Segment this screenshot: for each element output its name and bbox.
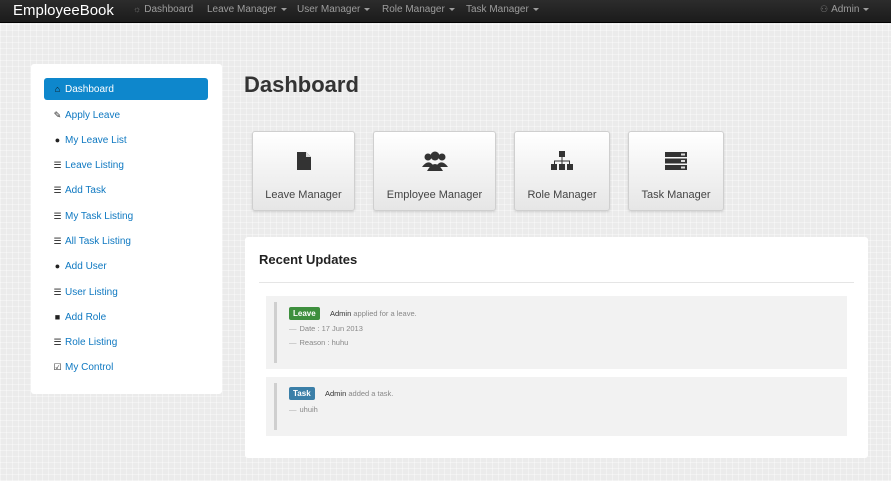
- update-bar: [274, 302, 277, 363]
- update-detail-text: Date : 17 Jun 2013: [299, 324, 363, 333]
- tile-label: Leave Manager: [265, 189, 342, 201]
- sidebar-item-add-task[interactable]: ☰ Add Task: [44, 179, 208, 201]
- page-title: Dashboard: [244, 72, 359, 97]
- tile-employee-manager[interactable]: Employee Manager: [373, 131, 496, 211]
- sidebar-item-leave-listing[interactable]: ☰ Leave Listing: [44, 154, 208, 176]
- sidebar-item-label: My Control: [65, 362, 114, 373]
- nav-task-manager-label: Task Manager: [466, 4, 529, 15]
- update-bar: [274, 383, 277, 430]
- brand-logo[interactable]: EmployeeBook: [13, 1, 114, 21]
- list-icon: ☰: [53, 211, 62, 221]
- nav-user-manager-label: User Manager: [297, 4, 361, 15]
- nav-dashboard[interactable]: ☼ Dashboard: [133, 0, 193, 22]
- tile-task-manager[interactable]: Task Manager: [628, 131, 724, 211]
- tile-role-manager[interactable]: Role Manager: [514, 131, 610, 211]
- list-icon: ☰: [53, 236, 62, 246]
- update-detail: — Reason : huhu: [289, 338, 348, 347]
- top-navbar: EmployeeBook ☼ Dashboard Leave Manager Us…: [0, 0, 891, 23]
- update-action: applied for a leave.: [353, 309, 417, 318]
- sidebar-item-apply-leave[interactable]: ✎ Apply Leave: [44, 104, 208, 126]
- tile-leave-manager[interactable]: Leave Manager: [252, 131, 355, 211]
- update-user[interactable]: Admin: [330, 309, 351, 318]
- dash-glyph: —: [289, 405, 297, 414]
- lock-icon: ■: [54, 312, 61, 322]
- sidebar-item-label: My Leave List: [65, 135, 127, 146]
- tile-label: Role Manager: [527, 189, 597, 201]
- sidebar-item-user-listing[interactable]: ☰ User Listing: [44, 281, 208, 303]
- recent-updates-panel: Recent Updates Leave Admin applied for a…: [245, 237, 868, 458]
- sidebar-item-label: Leave Listing: [65, 160, 124, 171]
- update-detail: — Date : 17 Jun 2013: [289, 324, 363, 333]
- update-item: Leave Admin applied for a leave. — Date :…: [266, 296, 847, 369]
- update-summary: Admin applied for a leave.: [330, 309, 417, 318]
- sidebar-item-label: Add User: [65, 261, 107, 272]
- caret-down-icon: [532, 7, 539, 11]
- nav-role-manager-label: Role Manager: [382, 4, 445, 15]
- caret-down-icon: [280, 7, 287, 11]
- sitemap-icon: [515, 150, 609, 172]
- list-icon: ☰: [53, 160, 62, 170]
- dash-glyph: —: [289, 338, 297, 347]
- sidebar-item-label: User Listing: [65, 287, 118, 298]
- sidebar-item-label: Add Task: [65, 185, 106, 196]
- pencil-icon: ✎: [53, 110, 62, 120]
- update-detail-text: Reason : huhu: [299, 338, 349, 347]
- list-icon: ☰: [53, 287, 62, 297]
- dash-glyph: —: [289, 324, 297, 333]
- sidebar-item-add-role[interactable]: ■ Add Role: [44, 306, 208, 328]
- nav-task-manager[interactable]: Task Manager: [466, 0, 539, 22]
- nav-user-manager[interactable]: User Manager: [297, 0, 371, 22]
- sidebar-item-dashboard[interactable]: ⌂ Dashboard: [44, 78, 208, 100]
- task-badge: Task: [289, 387, 315, 400]
- caret-down-icon: [364, 7, 371, 11]
- sidebar-item-all-task-listing[interactable]: ☰ All Task Listing: [44, 230, 208, 252]
- sidebar-item-label: My Task Listing: [65, 211, 134, 222]
- caret-down-icon: [863, 7, 870, 11]
- sidebar-item-my-control[interactable]: ☑ My Control: [44, 356, 208, 378]
- update-action: added a task.: [348, 389, 394, 398]
- sidebar-item-my-task-listing[interactable]: ☰ My Task Listing: [44, 205, 208, 227]
- list-icon: ☰: [53, 185, 62, 195]
- sidebar-item-add-user[interactable]: ● Add User: [44, 255, 208, 277]
- nav-leave-manager[interactable]: Leave Manager: [207, 0, 287, 22]
- tile-label: Employee Manager: [386, 189, 483, 201]
- panel-title: Recent Updates: [259, 252, 358, 267]
- update-detail: — uhuih: [289, 405, 318, 414]
- nav-user-menu[interactable]: ⚇ Admin: [820, 0, 870, 22]
- update-summary: Admin added a task.: [325, 389, 393, 398]
- user-icon: ⚇: [820, 4, 829, 14]
- nav-leave-manager-label: Leave Manager: [207, 4, 277, 15]
- sidebar-item-label: Role Listing: [65, 337, 118, 348]
- nav-role-manager[interactable]: Role Manager: [382, 0, 455, 22]
- user-icon: ●: [54, 135, 61, 145]
- sidebar-item-label: All Task Listing: [65, 236, 131, 247]
- server-icon: [629, 150, 723, 172]
- sidebar-item-label: Add Role: [65, 312, 107, 323]
- sidebar-item-my-leave-list[interactable]: ● My Leave List: [44, 129, 208, 151]
- file-icon: [253, 150, 354, 172]
- sidebar-item-role-listing[interactable]: ☰ Role Listing: [44, 331, 208, 353]
- update-detail-text: uhuih: [299, 405, 318, 414]
- nav-user-label: Admin: [831, 4, 860, 15]
- list-icon: ☰: [53, 337, 62, 347]
- group-icon: [374, 150, 495, 172]
- sidebar-item-label: Apply Leave: [65, 110, 121, 121]
- edit-icon: ☑: [53, 362, 62, 372]
- sidebar: ⌂ Dashboard ✎ Apply Leave ● My Leave List ☰…: [31, 64, 222, 394]
- caret-down-icon: [448, 7, 455, 11]
- update-item: Task Admin added a task. — uhuih: [266, 377, 847, 436]
- home-icon: ⌂: [54, 84, 61, 94]
- update-user[interactable]: Admin: [325, 389, 346, 398]
- leave-badge: Leave: [289, 307, 320, 320]
- sidebar-item-label: Dashboard: [65, 84, 114, 95]
- nav-dashboard-label: Dashboard: [144, 4, 194, 15]
- user-icon: ●: [54, 261, 61, 271]
- divider: [259, 282, 854, 283]
- sun-icon: ☼: [133, 4, 142, 14]
- tile-label: Task Manager: [641, 189, 711, 201]
